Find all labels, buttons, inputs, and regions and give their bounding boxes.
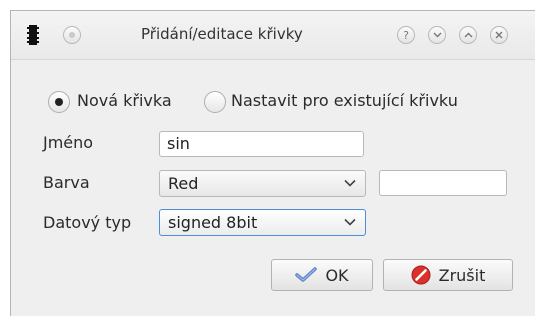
color-custom-input[interactable]	[379, 170, 507, 196]
radio-new-curve[interactable]	[48, 91, 70, 113]
radio-selected-dot	[55, 98, 63, 106]
radio-existing-curve-label[interactable]: Nastavit pro existující křivku	[231, 91, 458, 110]
color-label: Barva	[43, 173, 90, 192]
cancel-button[interactable]: Zrušit	[383, 259, 513, 291]
app-chip-icon[interactable]	[27, 25, 39, 45]
chevron-down-icon	[344, 179, 356, 187]
minimize-icon[interactable]	[428, 26, 446, 44]
name-input[interactable]: sin	[159, 131, 364, 157]
chevron-down-icon	[344, 218, 356, 226]
maximize-icon[interactable]	[459, 26, 477, 44]
window-menu-dot	[69, 32, 75, 38]
data-type-select[interactable]: signed 8bit	[159, 209, 366, 236]
type-label: Datový typ	[43, 213, 132, 232]
cancel-button-label: Zrušit	[438, 265, 486, 285]
close-icon[interactable]	[490, 26, 508, 44]
radio-existing-curve[interactable]	[204, 91, 226, 113]
window-menu-icon[interactable]	[63, 26, 81, 44]
checkmark-icon	[295, 267, 318, 282]
help-icon[interactable]: ?	[397, 26, 415, 44]
dialog-window: Přidání/editace křivky ? Nová křivka Nas…	[10, 10, 535, 316]
window-title: Přidání/editace křivky	[141, 25, 303, 43]
ok-button-label: OK	[325, 265, 349, 285]
color-select-value: Red	[168, 174, 199, 193]
title-bar: Přidání/editace křivky ?	[11, 11, 535, 60]
cancel-icon	[411, 265, 431, 285]
radio-new-curve-label[interactable]: Nová křivka	[77, 91, 172, 110]
ok-button[interactable]: OK	[271, 259, 373, 291]
name-label: Jméno	[43, 133, 94, 152]
color-select[interactable]: Red	[159, 170, 366, 197]
data-type-select-value: signed 8bit	[168, 213, 258, 232]
